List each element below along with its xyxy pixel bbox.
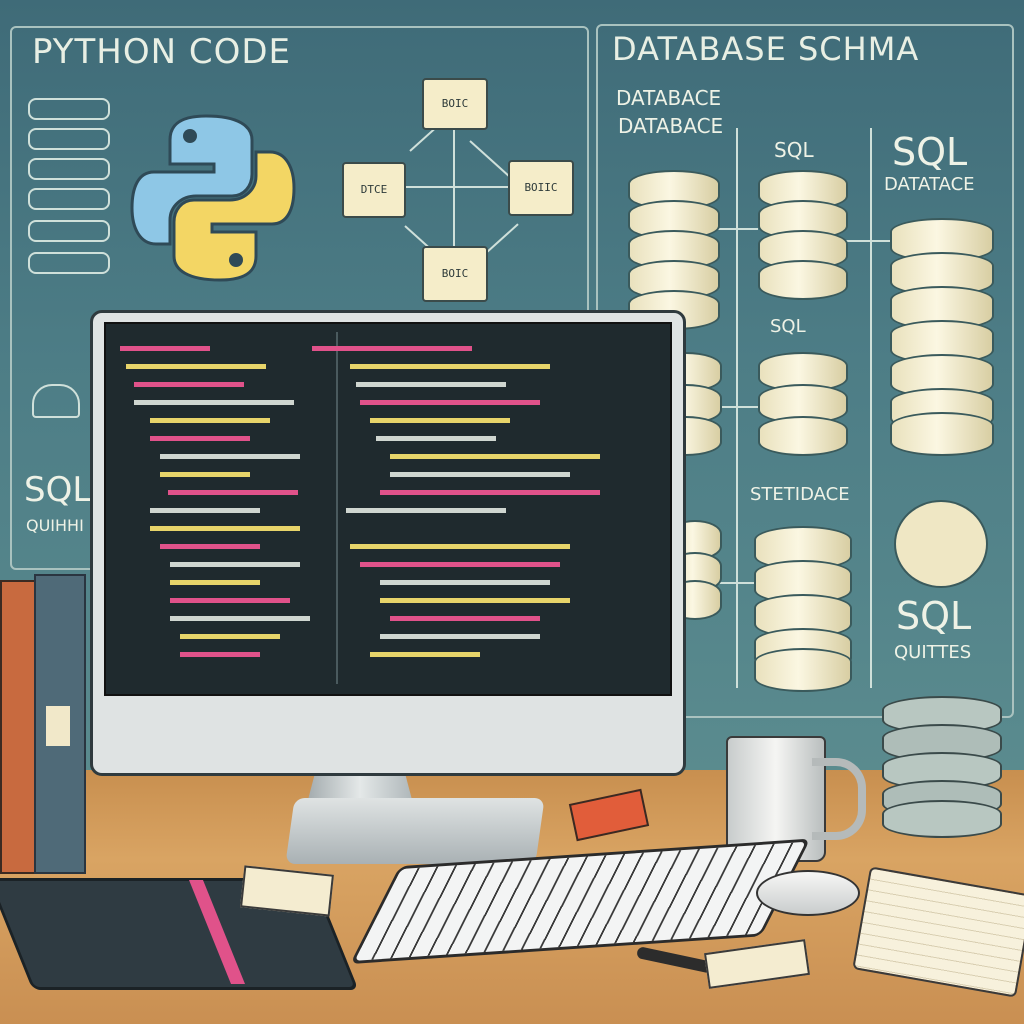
- schema-connector: [718, 228, 758, 230]
- python-code-title: PYTHON CODE: [32, 32, 292, 72]
- diagram-node: BOIC: [422, 78, 488, 130]
- list-item: [28, 252, 110, 274]
- diagram-node: BOIC: [422, 246, 488, 302]
- sql-label: SQL: [892, 130, 968, 174]
- database-label: DATABACE: [618, 114, 724, 138]
- database-label: DATABACE: [616, 86, 722, 110]
- sql-label: SQL: [774, 138, 814, 162]
- python-logo-icon: [130, 114, 296, 282]
- editor-divider: [336, 332, 338, 684]
- lamp-icon: [32, 384, 80, 418]
- diagram-node: BOIIC: [508, 160, 574, 216]
- schema-connector: [718, 582, 758, 584]
- database-schema-title: DATABASE SCHMA: [612, 30, 920, 68]
- mouse-icon: [756, 870, 860, 916]
- diagram-edge: [453, 128, 455, 246]
- sql-queries-title: SQL: [896, 594, 972, 638]
- statement-label: STETIDACE: [750, 484, 850, 505]
- list-item: [28, 158, 110, 180]
- list-item: [28, 220, 110, 242]
- left-sql-title: SQL: [24, 470, 92, 510]
- left-sql-subtitle: QUIHHI: [26, 516, 84, 535]
- sql-queries-subtitle: QUITTES: [894, 642, 972, 663]
- sql-label: DATATACE: [884, 174, 975, 195]
- binder-label: [46, 706, 70, 746]
- query-badge-icon: [894, 500, 988, 588]
- diagram-edge: [396, 186, 522, 188]
- schema-divider: [870, 128, 872, 688]
- diagram-node: DTCE: [342, 162, 406, 218]
- schema-connector: [844, 240, 894, 242]
- monitor-base: [285, 798, 545, 864]
- schema-connector: [718, 406, 758, 408]
- list-item: [28, 98, 110, 120]
- list-item: [28, 188, 110, 210]
- mug-handle: [812, 758, 866, 840]
- list-item: [28, 128, 110, 150]
- sql-label: SQL: [770, 316, 806, 337]
- schema-divider: [736, 128, 738, 688]
